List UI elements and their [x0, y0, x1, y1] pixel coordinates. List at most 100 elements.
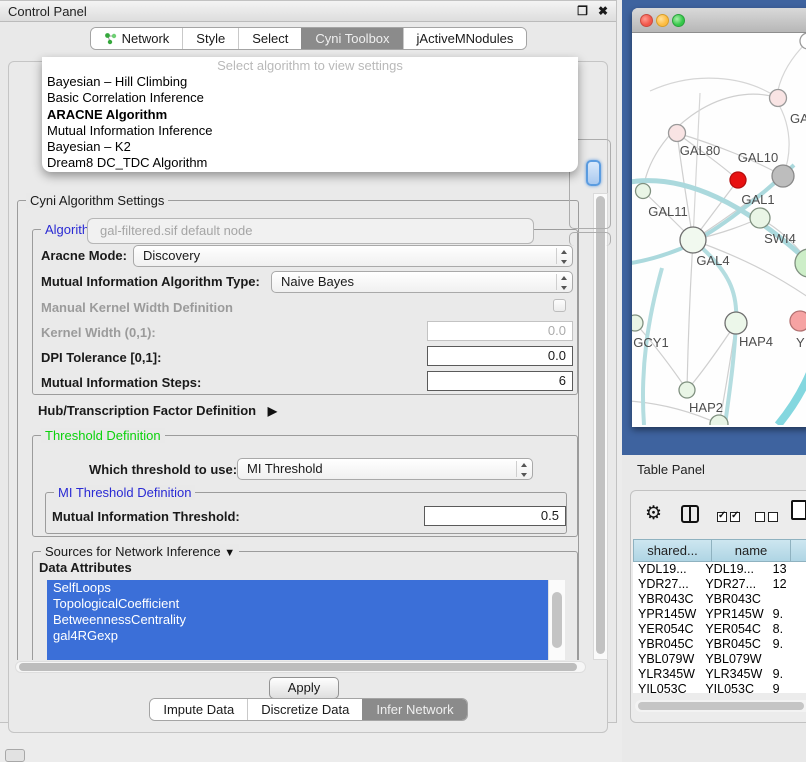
attributes-scrollbar-track[interactable] [548, 580, 565, 660]
mi-threshold-group-title: MI Threshold Definition [54, 485, 195, 500]
stepper-icon [556, 274, 570, 290]
cyni-algorithm-settings-group: Cyni Algorithm Settings Algorithm Defini… [17, 200, 579, 660]
algorithm-option-basic-correlation-inference[interactable]: Basic Correlation Inference [42, 90, 578, 106]
table-cell: YBL079W [633, 652, 700, 667]
network-node[interactable] [725, 312, 747, 334]
network-canvas[interactable]: GALGAL80GAL10GAL11GAL1SWI4GAL4GCY1HAP4YH… [632, 33, 806, 425]
manual-kernel-checkbox[interactable] [553, 299, 566, 312]
network-node[interactable] [669, 125, 686, 142]
table-cell: YBR045C [700, 637, 767, 652]
settings-vscrollbar-track[interactable] [593, 193, 608, 660]
network-node[interactable] [772, 165, 794, 187]
network-node[interactable] [800, 33, 806, 49]
table-row[interactable]: YDL19...YDL19...13 [633, 562, 806, 577]
screen: Control Panel ❒ ✖ gal-filtered.sif defau… [0, 0, 806, 762]
attribute-item-betweennesscentrality[interactable]: BetweennessCentrality [47, 612, 548, 628]
minimize-traffic-light[interactable] [656, 14, 669, 27]
network-canvas-wrap[interactable]: GALGAL80GAL10GAL11GAL1SWI4GAL4GCY1HAP4YH… [632, 33, 806, 425]
mi-type-select[interactable]: Naive Bayes [271, 271, 573, 293]
attribute-item-selfloops[interactable]: SelfLoops [47, 580, 548, 596]
attribute-item-gal4rgexp[interactable]: gal4RGexp [47, 628, 548, 644]
table-hscrollbar-track[interactable] [635, 700, 806, 712]
close-button[interactable]: ✖ [598, 4, 608, 18]
select-all-icon[interactable] [717, 512, 740, 522]
settings-hscrollbar-thumb[interactable] [19, 663, 577, 671]
manual-kernel-label: Manual Kernel Width Definition [41, 300, 233, 315]
table-row[interactable]: YIL053CYIL053C9 [633, 682, 806, 693]
table-row[interactable]: YBR045CYBR045C9. [633, 637, 806, 652]
network-node[interactable] [790, 311, 806, 331]
table-cell: 8. [768, 622, 806, 637]
float-button[interactable]: ❒ [577, 4, 588, 18]
table-row[interactable]: YBR043CYBR043C [633, 592, 806, 607]
control-panel-titlebar: Control Panel ❒ ✖ [0, 1, 616, 22]
hub-definition-label[interactable]: Hub/Transcription Factor Definition ▶ [38, 403, 277, 418]
tab-jactivemnodules[interactable]: jActiveMNodules [403, 28, 527, 49]
bottom-tab-infer-network[interactable]: Infer Network [362, 699, 466, 720]
apply-button[interactable]: Apply [269, 677, 339, 699]
deselect-all-icon[interactable] [755, 512, 778, 522]
column-header-col2[interactable] [791, 539, 806, 562]
mi-threshold-group: MI Threshold Definition Mutual Informati… [45, 492, 567, 534]
table-row[interactable]: YER054CYER054C8. [633, 622, 806, 637]
zoom-traffic-light[interactable] [672, 14, 685, 27]
data-attributes-list[interactable]: SelfLoopsTopologicalCoefficientBetweenne… [47, 580, 565, 660]
algorithm-option-dream8-dc-tdc-algorithm[interactable]: Dream8 DC_TDC Algorithm [42, 155, 578, 171]
settings-hscrollbar-track[interactable] [15, 661, 586, 673]
network-edge [687, 323, 736, 390]
table-hscrollbar-thumb[interactable] [638, 702, 804, 710]
network-edge [687, 240, 693, 390]
table-row[interactable]: YPR145WYPR145W9. [633, 607, 806, 622]
network-node[interactable] [770, 90, 787, 107]
collapse-down-icon[interactable]: ▼ [224, 547, 235, 559]
algorithm-option-bayesian-k2[interactable]: Bayesian – K2 [42, 139, 578, 155]
page-icon[interactable] [791, 500, 806, 520]
bottom-tab-infer-network-label: Infer Network [376, 699, 453, 720]
network-node[interactable] [632, 315, 643, 331]
tab-network[interactable]: Network [91, 28, 183, 49]
tab-style[interactable]: Style [182, 28, 238, 49]
focused-stepper-fragment[interactable] [586, 160, 601, 186]
column-header-shared[interactable]: shared... [633, 539, 712, 562]
gear-icon[interactable]: ⚙ [645, 502, 662, 525]
table-cell: 9. [768, 667, 806, 682]
node-label-gal11: GAL11 [648, 204, 688, 219]
bottom-tab-discretize-data[interactable]: Discretize Data [247, 699, 362, 720]
mi-steps-field[interactable]: 6 [427, 371, 573, 391]
network-node[interactable] [750, 208, 770, 228]
bottom-tab-discretize-data-label: Discretize Data [261, 699, 349, 720]
collapsed-panel-button[interactable] [5, 749, 25, 762]
attributes-scrollbar-thumb[interactable] [552, 592, 562, 648]
network-node[interactable] [680, 227, 706, 253]
network-node[interactable] [636, 184, 651, 199]
mi-threshold-field[interactable]: 0.5 [424, 506, 566, 526]
network-node[interactable] [730, 172, 746, 188]
column-header-name[interactable]: name [712, 539, 791, 562]
bottom-tab-impute-data[interactable]: Impute Data [150, 699, 247, 720]
network-selector-combo[interactable]: gal-filtered.sif default node [87, 218, 534, 244]
tab-select[interactable]: Select [238, 28, 301, 49]
network-window-titlebar[interactable] [632, 8, 806, 33]
algorithm-option-aracne-algorithm[interactable]: ARACNE Algorithm [42, 107, 578, 123]
dpi-tolerance-field[interactable]: 0.0 [427, 346, 573, 366]
settings-vscrollbar-thumb[interactable] [596, 196, 605, 654]
expand-right-icon[interactable]: ▶ [268, 404, 277, 418]
kernel-width-field[interactable]: 0.0 [427, 321, 573, 341]
attribute-item-topologicalcoefficient[interactable]: TopologicalCoefficient [47, 596, 548, 612]
table-cell [768, 592, 806, 607]
algorithm-option-mutual-information-inference[interactable]: Mutual Information Inference [42, 123, 578, 139]
table-body: YDL19...YDL19...13YDR27...YDR27...12YBR0… [633, 562, 806, 693]
network-window: GALGAL80GAL10GAL11GAL1SWI4GAL4GCY1HAP4YH… [632, 8, 806, 427]
close-traffic-light[interactable] [640, 14, 653, 27]
table-row[interactable]: YDR27...YDR27...12 [633, 577, 806, 592]
columns-icon[interactable] [681, 505, 699, 523]
aracne-mode-select[interactable]: Discovery [133, 245, 573, 267]
network-node[interactable] [679, 382, 695, 398]
tab-cyni-toolbox[interactable]: Cyni Toolbox [301, 28, 402, 49]
algorithm-option-bayesian-hill-climbing[interactable]: Bayesian – Hill Climbing [42, 74, 578, 90]
table-row[interactable]: YLR345WYLR345W9. [633, 667, 806, 682]
network-edge [650, 78, 778, 98]
which-threshold-select[interactable]: MI Threshold [237, 458, 533, 480]
table-row[interactable]: YBL079WYBL079W [633, 652, 806, 667]
sources-group: Sources for Network Inference ▼ Data Att… [32, 551, 578, 660]
